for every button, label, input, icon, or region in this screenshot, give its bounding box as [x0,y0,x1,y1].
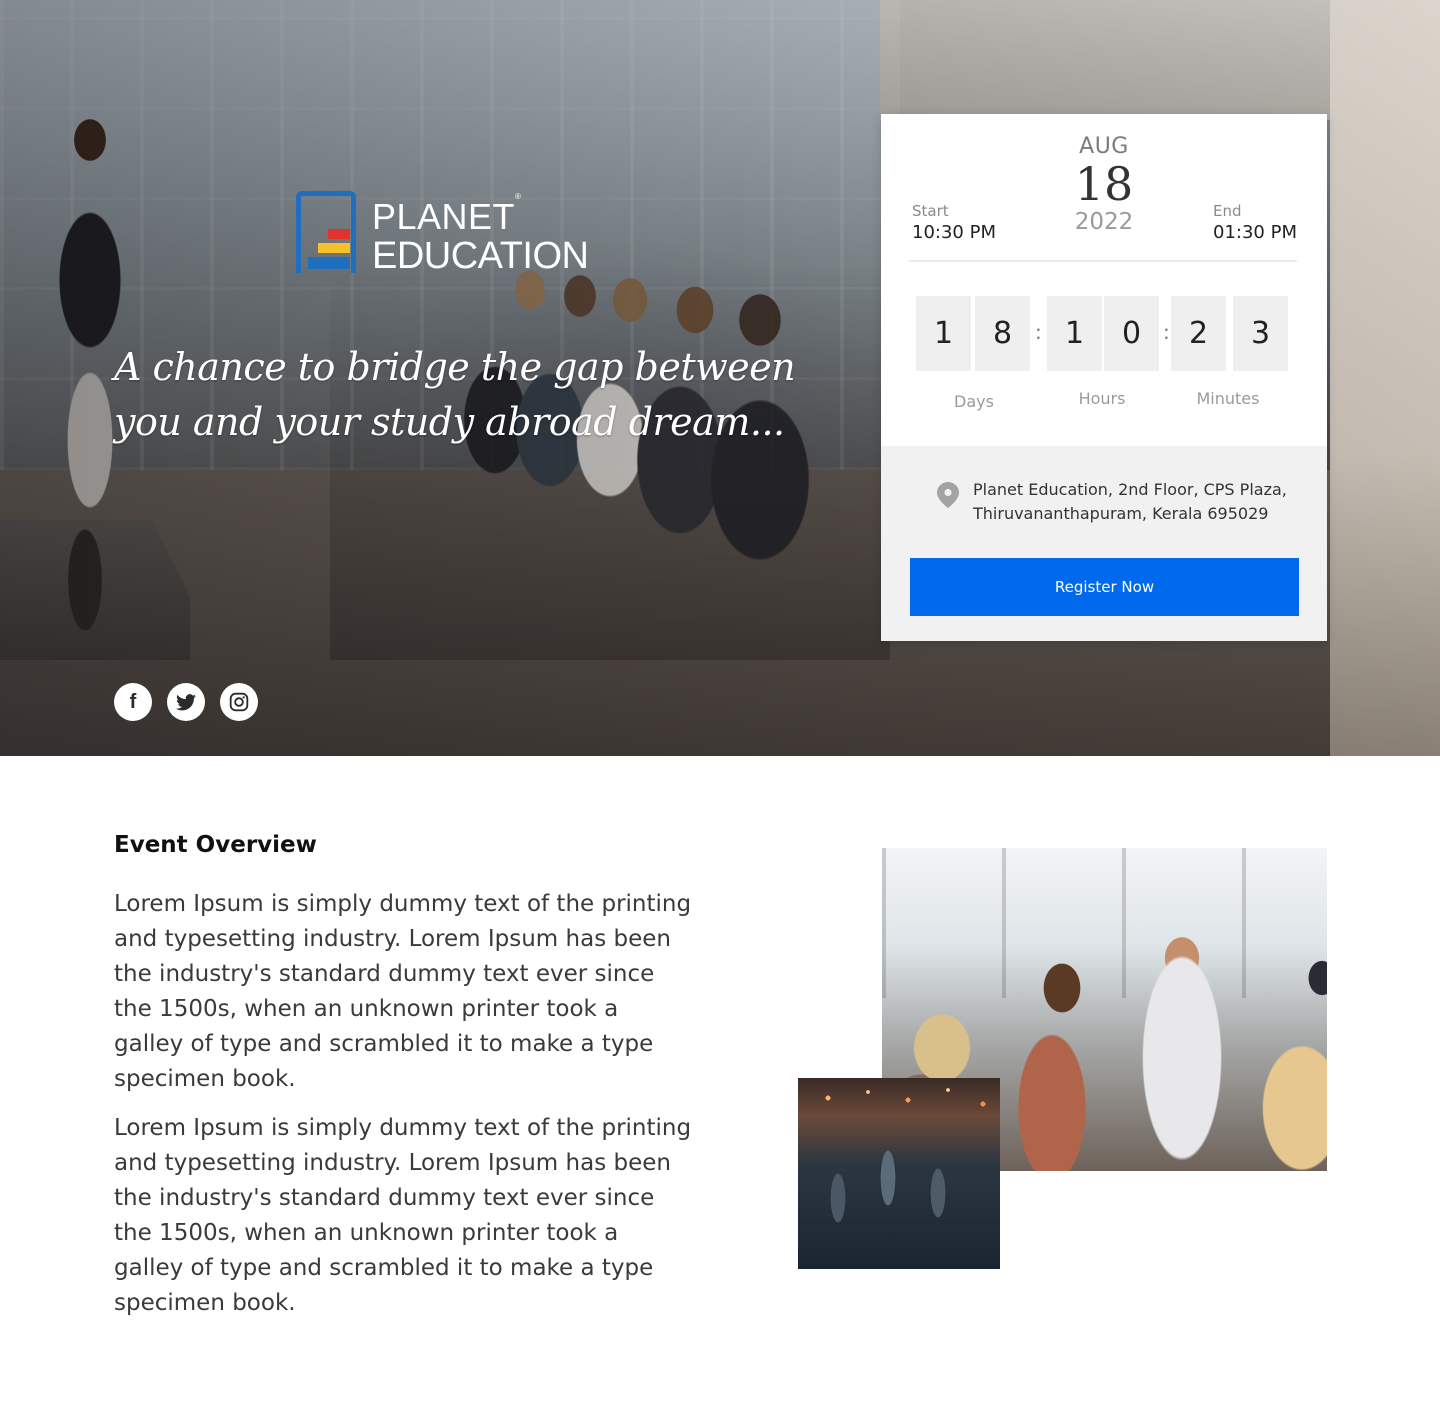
overview-paragraph: Lorem Ipsum is simply dummy text of the … [114,891,692,1092]
location-pin-icon [937,482,959,508]
countdown-minutes-digit: 3 [1233,296,1288,371]
countdown-hours-digit: 1 [1047,296,1102,371]
end-time: 01:30 PM [1213,222,1297,243]
event-day: 18 [1074,157,1134,211]
overview-paragraph: Lorem Ipsum is simply dummy text of the … [114,1115,692,1316]
countdown-days-digit: 1 [916,296,971,371]
logo-line1: PLANET [372,196,516,237]
countdown-days-label: Days [954,392,994,411]
social-links: f [114,683,258,721]
concert-crowd-photo [798,1078,1000,1269]
event-card-bottom: Planet Education, 2nd Floor, CPS Plaza, … [881,446,1327,641]
card-divider [909,260,1297,262]
event-card: Start 10:30 PM AUG 18 2022 End 01:30 PM … [881,114,1327,641]
countdown-minutes-label: Minutes [1196,389,1260,408]
countdown-hours-label: Hours [1078,389,1126,408]
event-end: End 01:30 PM [1213,202,1297,243]
hero-banner: PLANET® EDUCATION A chance to bridge the… [0,0,1440,756]
address-line2: Thiruvananthapuram, Kerala 695029 [973,504,1269,523]
brand-logo[interactable]: PLANET® EDUCATION [296,191,589,277]
countdown-separator: : [1035,320,1042,344]
start-label: Start [912,202,949,220]
logo-book-icon [296,191,358,273]
end-label: End [1213,202,1242,220]
event-address: Planet Education, 2nd Floor, CPS Plaza, … [973,478,1293,526]
hero-tagline: A chance to bridge the gap between you a… [114,345,796,444]
logo-line2: EDUCATION [372,235,589,277]
countdown-days-digit: 8 [975,296,1030,371]
event-start: Start 10:30 PM [912,202,996,243]
event-card-top: Start 10:30 PM AUG 18 2022 End 01:30 PM … [881,114,1327,446]
countdown-minutes-digit: 2 [1171,296,1226,371]
countdown-hours-digit: 0 [1104,296,1159,371]
countdown-separator: : [1163,320,1170,344]
logo-wordmark: PLANET® EDUCATION [372,191,589,277]
register-now-button[interactable]: Register Now [910,558,1299,616]
event-month: AUG [1079,134,1129,159]
event-year: 2022 [1074,209,1134,235]
overview-title: Event Overview [114,832,317,858]
twitter-icon[interactable] [167,683,205,721]
event-date: AUG 18 2022 [1029,134,1179,235]
instagram-icon[interactable] [220,683,258,721]
registered-mark: ® [515,192,522,201]
address-line1: Planet Education, 2nd Floor, CPS Plaza, [973,480,1287,499]
start-time: 10:30 PM [912,222,996,243]
facebook-icon[interactable]: f [114,683,152,721]
